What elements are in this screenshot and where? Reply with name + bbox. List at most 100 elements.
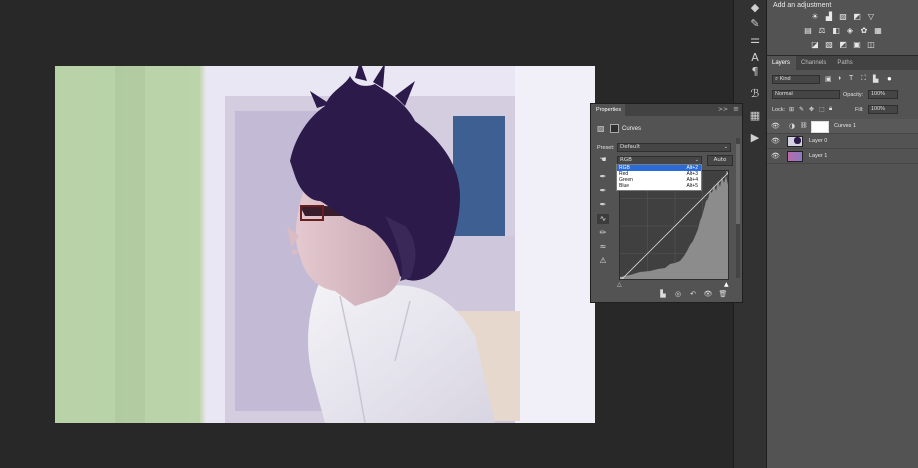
view-previous-icon[interactable]: ◎ (672, 289, 684, 299)
filter-row: ⌕ Kind ▣ ◑ T ⛶ ▙ ● (767, 74, 918, 87)
play-actions-icon[interactable]: ▶ (746, 130, 764, 146)
brush-presets-icon[interactable]: ✎ (746, 16, 764, 32)
clipping-warning-icon[interactable]: ⚠ (597, 256, 609, 266)
sliders-icon[interactable]: ⚌ (746, 32, 764, 48)
lock-transparent-icon[interactable]: ⊞ (789, 106, 794, 113)
auto-button[interactable]: Auto (707, 155, 733, 166)
posterize-icon[interactable]: ▧ (824, 40, 834, 49)
tab-layers[interactable]: Layers (767, 56, 797, 70)
gray-point-eyedropper-icon[interactable]: ✒ (597, 186, 609, 196)
layer-row-layer-1[interactable]: 👁︎ Layer 1 (767, 149, 918, 164)
opacity-label: Opacity: (843, 92, 864, 98)
tab-channels[interactable]: Channels (796, 56, 832, 70)
curves-adjustment-icon: ▨ (597, 124, 605, 133)
properties-panel: Properties >> ≡ ▨ Curves Preset: Default… (590, 103, 743, 303)
fill-field[interactable]: 100% (868, 105, 898, 114)
layer-name: Curves 1 (834, 123, 857, 129)
smooth-curve-icon[interactable]: ≈ (597, 242, 609, 252)
fill-value: 100% (871, 106, 886, 112)
layers-tabbar: Layers Channels Paths (767, 56, 918, 70)
photo-filter-icon[interactable]: ◈ (845, 26, 855, 35)
chain-link-icon[interactable]: ⛓ (800, 122, 808, 129)
preset-value: Default (620, 144, 641, 150)
paragraph-icon[interactable]: ¶ (746, 64, 764, 80)
reset-icon[interactable]: ↶ (687, 289, 699, 299)
properties-scroll-thumb[interactable] (736, 144, 740, 224)
lock-all-icon[interactable]: 🔒︎ (829, 106, 832, 113)
layer-row-curves-1[interactable]: 👁︎ ◑ ⛓ Curves 1 (767, 119, 918, 134)
layer-row-layer-0[interactable]: 👁︎ Layer 0 (767, 134, 918, 149)
adjustments-row-1: ☀ ▟ ▨ ◩ ▽ (767, 12, 918, 24)
opacity-value: 100% (871, 91, 886, 97)
layer-name: Layer 1 (809, 153, 828, 159)
properties-tabbar: Properties >> ≡ (591, 104, 742, 116)
shape-filter-icon[interactable]: ⛶ (861, 75, 866, 83)
channel-mixer-icon[interactable]: ✿ (859, 26, 869, 35)
invert-icon[interactable]: ◪ (810, 40, 820, 49)
adjustments-row-2: ▤ ⚖ ◧ ◈ ✿ ▦ (767, 26, 918, 38)
lock-artboard-icon[interactable]: ⬚ (819, 106, 825, 113)
edit-points-icon[interactable]: ∿ (597, 214, 609, 224)
glyphs-icon[interactable]: ℬ (746, 86, 764, 102)
trash-icon[interactable]: 🗑︎ (717, 289, 729, 299)
adjustments-panel: Add an adjustment ☀ ▟ ▨ ◩ ▽ ▤ ⚖ ◧ ◈ ✿ ▦ … (766, 0, 918, 55)
visibility-eye-icon[interactable]: 👁︎ (771, 152, 780, 160)
collapse-button[interactable]: >> (718, 106, 728, 113)
exposure-icon[interactable]: ◩ (852, 12, 862, 21)
blend-row: Normal Opacity: 100% (767, 89, 918, 102)
clip-to-layer-icon[interactable]: ▙ (657, 289, 669, 299)
smart-object-filter-icon[interactable]: ▙ (873, 75, 878, 83)
opacity-field[interactable]: 100% (868, 90, 898, 99)
adjustments-row-3: ◪ ▧ ◩ ▣ ◫ (767, 40, 918, 52)
visibility-eye-icon[interactable]: 👁︎ (771, 137, 780, 145)
menu-item-label: Blue (619, 183, 630, 189)
blend-mode-value: Normal (775, 91, 793, 97)
preset-label: Preset: (597, 145, 615, 151)
mask-icon[interactable] (610, 124, 619, 133)
brightness-icon[interactable]: ☀ (810, 12, 820, 21)
canvas-photo[interactable] (55, 66, 595, 423)
curves-adjustment-icon: ◑ (789, 122, 796, 130)
on-image-adjust-icon[interactable]: ☚ (597, 155, 609, 165)
visibility-eye-icon[interactable]: 👁︎ (702, 289, 714, 299)
layer-thumbnail (787, 151, 803, 162)
menu-item-shortcut: Alt+5 (686, 183, 698, 189)
black-white-icon[interactable]: ◧ (831, 26, 841, 35)
pixel-filter-icon[interactable]: ▣ (825, 75, 832, 83)
lock-position-icon[interactable]: ✥ (809, 106, 814, 113)
tab-properties[interactable]: Properties (591, 104, 626, 116)
selective-color-icon[interactable]: ◫ (866, 40, 876, 49)
panel-menu-icon[interactable]: ≡ (733, 105, 739, 113)
color-lookup-icon[interactable]: ▦ (873, 26, 883, 35)
panel-title: Curves (622, 126, 642, 132)
lock-pixels-icon[interactable]: ✎ (799, 106, 804, 113)
blend-mode-select[interactable]: Normal (772, 90, 840, 99)
kind-filter-select[interactable]: ⌕ Kind (772, 75, 820, 84)
white-point-eyedropper-icon[interactable]: ✒ (597, 200, 609, 210)
properties-panel-icon[interactable]: ▦ (746, 108, 764, 124)
adjustment-filter-icon[interactable]: ◑ (837, 75, 841, 82)
chevron-down-icon: ⌄ (723, 144, 728, 150)
threshold-icon[interactable]: ◩ (838, 40, 848, 49)
menu-item-blue[interactable]: Blue Alt+5 (617, 183, 701, 189)
black-point-eyedropper-icon[interactable]: ✒ (597, 172, 609, 182)
layers-panel: Layers Channels Paths ⌕ Kind ▣ ◑ T ⛶ ▙ ●… (766, 56, 918, 468)
tab-paths[interactable]: Paths (832, 56, 858, 70)
filter-toggle-icon[interactable]: ● (887, 74, 892, 83)
draw-curve-icon[interactable]: ✏ (597, 228, 609, 238)
vibrance-icon[interactable]: ▽ (866, 12, 876, 21)
photo-illustration (55, 66, 595, 423)
paragraph-styles-icon[interactable]: ◆ (746, 0, 764, 16)
hue-saturation-icon[interactable]: ▤ (803, 26, 813, 35)
curves-icon[interactable]: ▨ (838, 12, 848, 21)
lock-label: Lock: (772, 107, 786, 113)
chevron-down-icon: ⌄ (694, 157, 699, 163)
preset-select[interactable]: Default ⌄ (617, 143, 731, 152)
layer-mask-thumbnail[interactable] (811, 121, 829, 133)
levels-icon[interactable]: ▟ (824, 12, 834, 21)
visibility-eye-icon[interactable]: 👁︎ (771, 122, 780, 130)
color-balance-icon[interactable]: ⚖ (817, 26, 827, 35)
photoshop-workspace: ◆ ✎ ⚌ A ¶ ℬ ▦ ▶ Add an adjustment ☀ ▟ ▨ … (0, 0, 918, 468)
type-filter-icon[interactable]: T (849, 75, 853, 82)
gradient-map-icon[interactable]: ▣ (852, 40, 862, 49)
